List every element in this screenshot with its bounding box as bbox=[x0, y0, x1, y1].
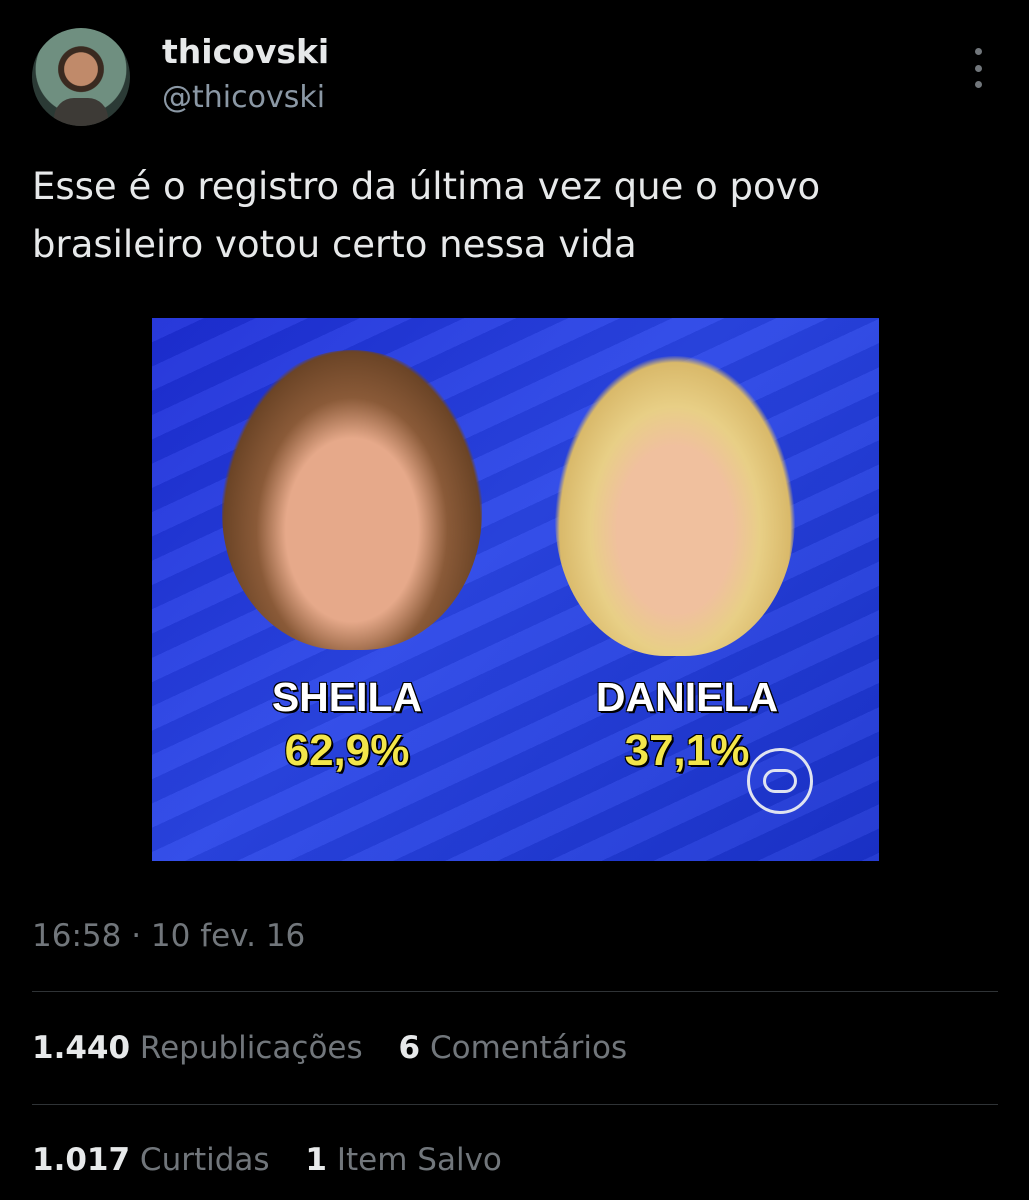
comments-count: 6 bbox=[398, 1030, 421, 1066]
globo-icon bbox=[747, 748, 813, 814]
tweet-text: Esse é o registro da última vez que o po… bbox=[32, 165, 821, 266]
avatar-shirt bbox=[54, 98, 108, 126]
likes-stat[interactable]: 1.017 Curtidas bbox=[32, 1142, 270, 1178]
tweet-media-image[interactable]: SHEILA 62,9% DANIELA 37,1% bbox=[152, 318, 879, 861]
saves-stat[interactable]: 1 Item Salvo bbox=[305, 1142, 501, 1178]
candidate-name-2: DANIELA bbox=[595, 674, 779, 720]
likes-label: Curtidas bbox=[139, 1142, 270, 1178]
tweet-timestamp[interactable]: 16:58 · 10 fev. 16 bbox=[32, 918, 305, 954]
comments-stat[interactable]: 6 Comentários bbox=[399, 1030, 628, 1066]
saves-label: Item Salvo bbox=[336, 1142, 502, 1178]
saves-count: 1 bbox=[305, 1142, 327, 1178]
stats-row-likes: 1.017 Curtidas 1 Item Salvo bbox=[32, 1142, 528, 1178]
likes-count: 1.017 bbox=[32, 1142, 131, 1178]
candidate-photo-sheila bbox=[222, 350, 482, 650]
author-avatar[interactable] bbox=[32, 28, 130, 126]
author-display-name[interactable]: thicovski bbox=[162, 32, 329, 71]
stats-row-engagement: 1.440 Republicações 6 Comentários bbox=[32, 1030, 653, 1066]
reposts-count: 1.440 bbox=[32, 1030, 131, 1066]
candidate-photo-daniela bbox=[555, 356, 795, 656]
reposts-stat[interactable]: 1.440 Republicações bbox=[32, 1030, 363, 1066]
reposts-label: Republicações bbox=[139, 1030, 363, 1066]
candidate-name-1: SHEILA bbox=[271, 674, 423, 720]
divider bbox=[32, 1104, 998, 1105]
comments-label: Comentários bbox=[429, 1030, 628, 1066]
divider bbox=[32, 991, 998, 992]
candidate-percent-1: 62,9% bbox=[284, 726, 410, 775]
author-handle[interactable]: @thicovski bbox=[162, 80, 325, 115]
more-options-icon[interactable] bbox=[960, 48, 996, 88]
